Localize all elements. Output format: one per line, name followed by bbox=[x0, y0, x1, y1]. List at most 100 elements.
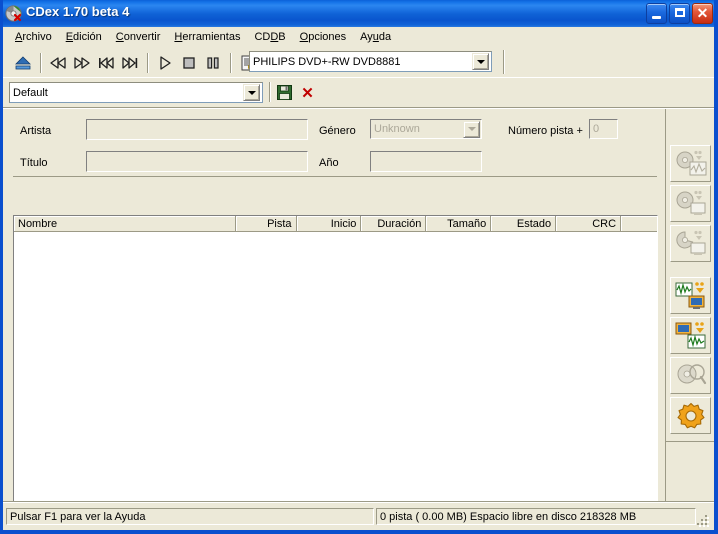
convert-compressed-to-wav-button[interactable] bbox=[670, 317, 711, 354]
save-profile-button[interactable] bbox=[274, 82, 295, 103]
column-header-nombre[interactable]: Nombre bbox=[14, 216, 236, 232]
eject-icon bbox=[15, 55, 31, 69]
artist-label: Artista bbox=[20, 125, 52, 137]
column-header-tamano[interactable]: Tamaño bbox=[426, 216, 492, 232]
column-header-duracion[interactable]: Duración bbox=[361, 216, 427, 232]
profile-toolbar-separator bbox=[269, 82, 270, 102]
cddb-disc-info-button[interactable] bbox=[670, 357, 711, 394]
delete-profile-button[interactable]: ✕ bbox=[297, 82, 318, 103]
track-list-header: Nombre Pista Inicio Duración Tamaño Esta… bbox=[14, 216, 658, 232]
cd-disc-icon bbox=[5, 5, 22, 22]
toolbar-separator-1 bbox=[40, 52, 41, 73]
main-toolbar: PHILIPS DVD+-RW DVD8881 bbox=[3, 47, 714, 78]
artist-field[interactable] bbox=[86, 119, 308, 140]
cd-waveform-icon bbox=[676, 150, 706, 175]
stop-icon bbox=[183, 56, 195, 69]
genre-select[interactable]: Unknown bbox=[370, 119, 482, 139]
application-window: CDex 1.70 beta 4 ✕ Archivo Edición Conve… bbox=[0, 0, 718, 534]
profile-toolbar: Default ✕ bbox=[3, 78, 714, 107]
convert-wav-to-compressed-button[interactable] bbox=[670, 277, 711, 314]
drive-select-value: PHILIPS DVD+-RW DVD8881 bbox=[253, 55, 401, 68]
minimize-icon bbox=[652, 16, 661, 19]
resize-grip[interactable] bbox=[697, 515, 709, 527]
monitor-to-waveform-icon bbox=[675, 321, 705, 348]
column-header-estado[interactable]: Estado bbox=[491, 216, 557, 232]
eject-button[interactable] bbox=[11, 51, 35, 75]
rewind-button[interactable] bbox=[46, 51, 70, 75]
status-bar: Pulsar F1 para ver la Ayuda 0 pista ( 0.… bbox=[3, 501, 714, 530]
chevron-down-icon bbox=[476, 59, 485, 64]
menu-item-cddb[interactable]: CDDB bbox=[247, 29, 292, 45]
maximize-icon bbox=[675, 8, 685, 17]
profile-select-arrow[interactable] bbox=[243, 84, 260, 101]
genre-select-arrow[interactable] bbox=[463, 120, 480, 138]
rewind-icon bbox=[50, 56, 66, 69]
close-button[interactable]: ✕ bbox=[692, 3, 713, 24]
play-icon bbox=[160, 55, 171, 70]
extract-cd-track-to-mp3-button[interactable] bbox=[670, 185, 711, 222]
extract-cd-track-to-wav-button[interactable] bbox=[670, 145, 711, 182]
genre-label: Género bbox=[319, 125, 356, 137]
form-divider bbox=[13, 176, 657, 177]
window-controls: ✕ bbox=[646, 3, 713, 24]
floppy-save-icon bbox=[277, 85, 292, 100]
pause-button[interactable] bbox=[201, 51, 225, 75]
column-header-crc[interactable]: CRC bbox=[556, 216, 622, 232]
profile-select[interactable]: Default bbox=[9, 82, 263, 103]
menu-bar: Archivo Edición Convertir Herramientas C… bbox=[3, 27, 714, 47]
menu-item-edicion[interactable]: Edición bbox=[59, 29, 109, 45]
client-area: Archivo Edición Convertir Herramientas C… bbox=[3, 27, 714, 530]
skip-previous-icon bbox=[99, 56, 114, 69]
toolbar-separator-4 bbox=[503, 50, 504, 74]
title-field[interactable] bbox=[86, 151, 308, 172]
column-header-pista[interactable]: Pista bbox=[235, 216, 297, 232]
drive-select[interactable]: PHILIPS DVD+-RW DVD8881 bbox=[249, 51, 492, 72]
menu-item-herramientas[interactable]: Herramientas bbox=[167, 29, 247, 45]
toolbar-separator-2 bbox=[147, 52, 148, 73]
column-header-inicio[interactable]: Inicio bbox=[296, 216, 362, 232]
play-button[interactable] bbox=[153, 51, 177, 75]
chevron-down-icon bbox=[467, 127, 476, 131]
window-frame-right bbox=[714, 0, 718, 534]
profile-select-value: Default bbox=[13, 86, 48, 99]
title-bar[interactable]: CDex 1.70 beta 4 ✕ bbox=[0, 0, 718, 27]
drive-select-arrow[interactable] bbox=[472, 53, 489, 70]
minimize-button[interactable] bbox=[646, 3, 667, 24]
close-icon: ✕ bbox=[696, 5, 709, 21]
menu-item-opciones[interactable]: Opciones bbox=[293, 29, 353, 45]
menu-item-archivo[interactable]: Archivo bbox=[8, 29, 59, 45]
disc-info-icon bbox=[677, 363, 706, 384]
settings-button[interactable] bbox=[670, 397, 711, 434]
column-header-filler bbox=[621, 216, 658, 232]
genre-select-value: Unknown bbox=[374, 123, 420, 135]
cd-partial-monitor-icon bbox=[675, 230, 705, 255]
status-help-text: Pulsar F1 para ver la Ayuda bbox=[6, 508, 374, 525]
track-list[interactable]: Nombre Pista Inicio Duración Tamaño Esta… bbox=[13, 215, 658, 530]
cd-monitor-icon bbox=[676, 190, 705, 215]
fast-forward-icon bbox=[74, 56, 90, 69]
menu-item-convertir[interactable]: Convertir bbox=[109, 29, 168, 45]
maximize-button[interactable] bbox=[669, 3, 690, 24]
pause-icon bbox=[207, 56, 219, 69]
extract-partial-cd-track-button[interactable] bbox=[670, 225, 711, 262]
status-disc-info: 0 pista ( 0.00 MB) Espacio libre en disc… bbox=[376, 508, 696, 525]
window-frame-bottom bbox=[0, 530, 718, 534]
track-offset-field[interactable]: 0 bbox=[589, 119, 618, 139]
track-offset-value: 0 bbox=[593, 123, 600, 135]
chevron-down-icon bbox=[247, 90, 256, 95]
gear-icon bbox=[676, 402, 705, 428]
fast-forward-button[interactable] bbox=[70, 51, 94, 75]
previous-track-button[interactable] bbox=[94, 51, 118, 75]
menu-item-ayuda[interactable]: Ayuda bbox=[353, 29, 398, 45]
next-track-button[interactable] bbox=[118, 51, 142, 75]
track-list-body[interactable] bbox=[14, 232, 657, 530]
skip-next-icon bbox=[122, 56, 138, 69]
year-label: Año bbox=[319, 157, 339, 169]
action-sidebar bbox=[665, 109, 714, 501]
year-field[interactable] bbox=[370, 151, 482, 172]
sidebar-divider bbox=[666, 441, 714, 442]
stop-button[interactable] bbox=[177, 51, 201, 75]
track-offset-label: Número pista + bbox=[508, 125, 583, 137]
disc-info-form: Artista Título Género Unknown Año Número… bbox=[3, 109, 665, 178]
window-title: CDex 1.70 beta 4 bbox=[26, 4, 130, 19]
